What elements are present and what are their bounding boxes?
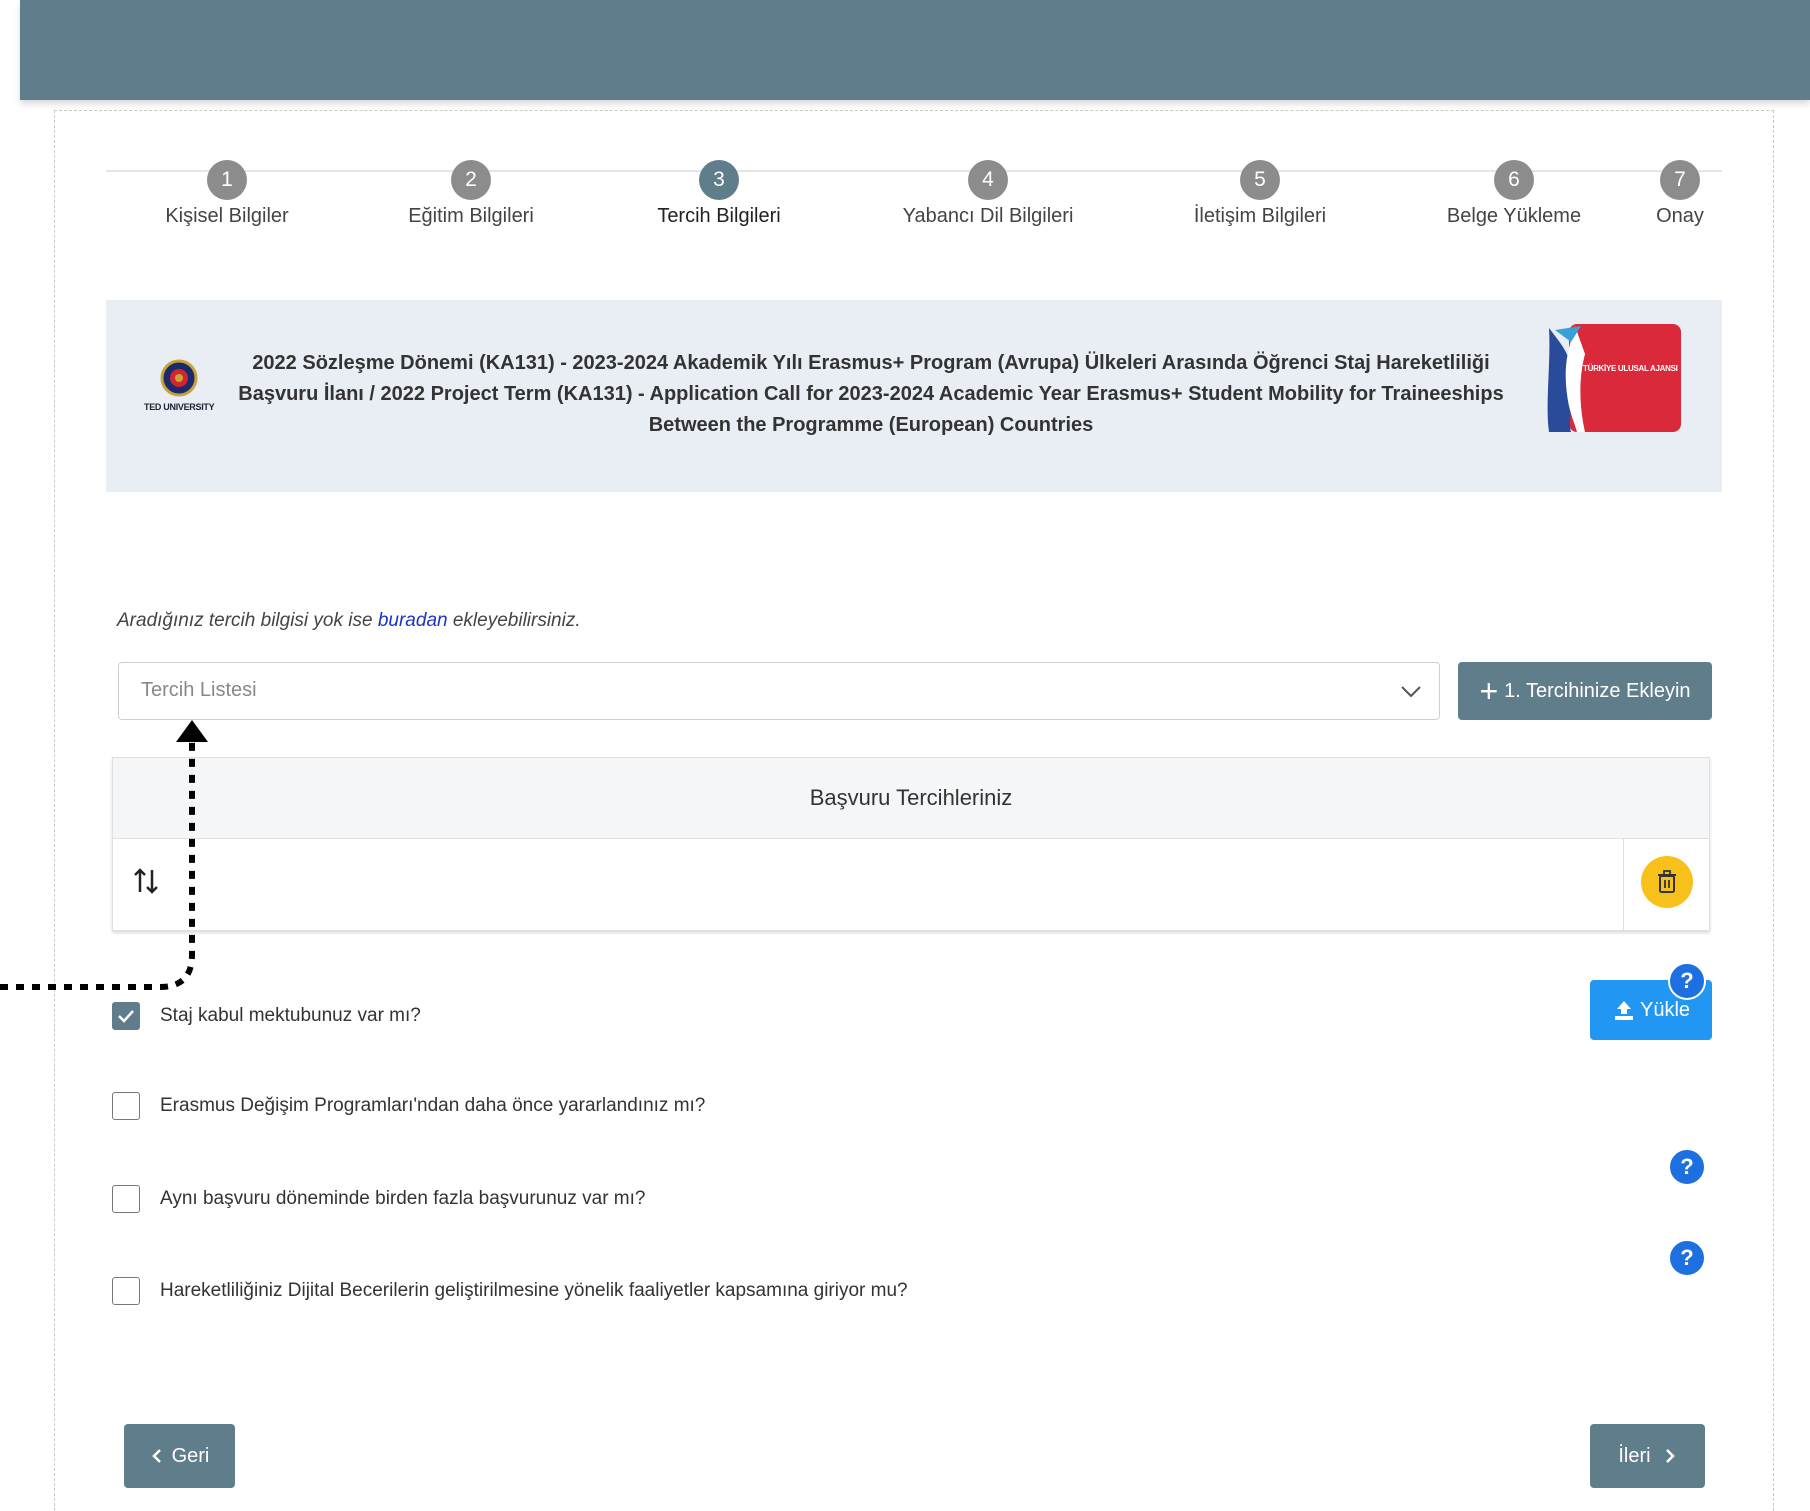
annotation-dotted-arrow bbox=[0, 720, 208, 990]
